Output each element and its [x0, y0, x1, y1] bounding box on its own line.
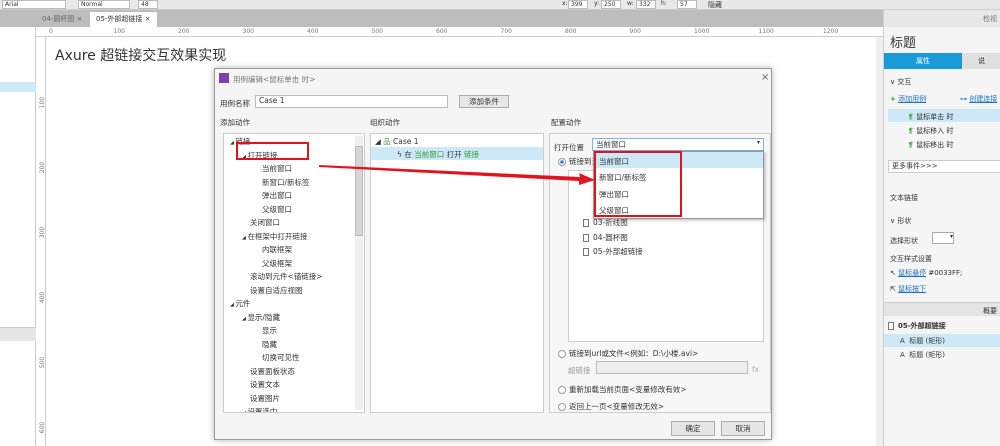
- ruler-tick-label: 700: [500, 28, 512, 35]
- left-panel: [0, 27, 36, 446]
- toolbar: Arial Normal 48 x: 399 y: 250 w: 332 h: …: [0, 0, 1000, 10]
- x-input[interactable]: 399: [568, 0, 588, 9]
- inspector-label: 检视: [983, 15, 997, 23]
- w-label: w:: [627, 0, 634, 7]
- ruler-tick-label: 900: [629, 28, 641, 35]
- ruler-tick-label: 800: [565, 28, 577, 35]
- h-label: h:: [661, 0, 667, 7]
- interaction-section[interactable]: ∨ 交互: [890, 77, 911, 87]
- text-link-section[interactable]: 文本链接: [890, 193, 918, 203]
- text-icon: A: [900, 337, 905, 345]
- select-shape-label: 选择形状: [890, 237, 918, 245]
- outline-label: 概要: [983, 307, 997, 315]
- interaction-style-label: 交互样式设置: [890, 255, 932, 263]
- selected-page[interactable]: [0, 82, 36, 92]
- red-arrow-icon: [319, 165, 595, 185]
- inspector-header: 检视: [884, 10, 1000, 27]
- ruler-tick-label: 400: [307, 28, 319, 35]
- mousedown-link[interactable]: ⇱ 鼠标按下: [890, 284, 926, 294]
- font-size-select[interactable]: 48: [138, 0, 158, 9]
- w-input[interactable]: 332: [636, 0, 656, 9]
- ruler-tick-label: 300: [242, 28, 254, 35]
- ruler-tick-label: 1000: [694, 28, 710, 35]
- event-icon: ❡: [908, 113, 914, 121]
- widget-name[interactable]: 标题: [890, 32, 916, 51]
- ruler-left: 100 200 300 400 500 600: [36, 37, 46, 446]
- plus-icon: +: [890, 95, 896, 103]
- ruler-tick-label: 500: [371, 28, 383, 35]
- h-input[interactable]: 57: [677, 0, 697, 9]
- shape-select[interactable]: ▾: [932, 232, 954, 244]
- ruler-top: 0 100 200 300 400 500 600 700 800 900 1000 1100 1200: [36, 27, 883, 37]
- x-label: x:: [562, 0, 568, 7]
- ruler-tick-label: 1100: [758, 28, 774, 35]
- tab-properties[interactable]: 属性: [884, 53, 962, 69]
- event-icon: ❡: [908, 141, 914, 149]
- y-label: y:: [594, 0, 600, 7]
- case-editor-dialog: 用例编辑<鼠标单击 时> × 用例名称 Case 1 添加条件 添加动作 组织动…: [214, 68, 772, 440]
- ruler-tick-label: 1200: [823, 28, 839, 35]
- add-case-link[interactable]: + 添加用例: [890, 94, 926, 104]
- page-icon: [888, 322, 894, 330]
- tab-04[interactable]: 04-圆杯图 ×: [36, 12, 89, 27]
- tab-bar: 04-圆杯图 × 05-外部超链接 ×: [0, 10, 883, 27]
- tab-05[interactable]: 05-外部超链接 ×: [90, 12, 157, 27]
- text-icon: A: [900, 351, 905, 359]
- y-input[interactable]: 250: [601, 0, 621, 9]
- hover-link[interactable]: ↖ 鼠标悬停 #0033FF;: [890, 268, 962, 278]
- more-events-select[interactable]: 更多事件>>>: [888, 160, 1000, 173]
- close-icon[interactable]: ×: [145, 15, 151, 23]
- outline-page[interactable]: 05-外部超链接: [888, 321, 946, 331]
- ruler-tick-label: 600: [436, 28, 448, 35]
- create-link[interactable]: ⊶ 创建连接: [960, 94, 997, 104]
- event-mouseleave[interactable]: ❡ 鼠标移出 时: [908, 140, 953, 150]
- event-click[interactable]: ❡ 鼠标单击 时: [908, 112, 953, 122]
- ruler-tick-label: 0: [49, 28, 53, 35]
- tab-label: 04-圆杯图: [42, 15, 75, 23]
- event-icon: ❡: [908, 127, 914, 135]
- outline-item[interactable]: A 标题 (矩形): [900, 350, 945, 360]
- right-panel: 检视 标题 属性 说 ∨ 交互 + 添加用例 ⊶ 创建连接 ❡ 鼠标单击 时 ❡…: [883, 10, 1000, 446]
- font-style-select[interactable]: Normal: [78, 0, 130, 9]
- tab-label: 05-外部超链接: [96, 15, 143, 23]
- shape-section[interactable]: ∨ 形状: [890, 216, 911, 226]
- ruler-tick-label: 200: [178, 28, 190, 35]
- font-select[interactable]: Arial: [2, 0, 66, 9]
- outline-item[interactable]: A 标题 (矩形): [900, 336, 945, 346]
- hidden-checkbox[interactable]: 隐藏: [708, 0, 722, 10]
- outline-header: 概要: [884, 302, 1000, 316]
- page-title-text[interactable]: Axure 超链接交互效果实现: [55, 45, 226, 65]
- event-mouseenter[interactable]: ❡ 鼠标移入 时: [908, 126, 953, 136]
- tab-notes[interactable]: 说: [962, 53, 1000, 69]
- panel-header: [0, 327, 36, 341]
- ruler-tick-label: 100: [113, 28, 125, 35]
